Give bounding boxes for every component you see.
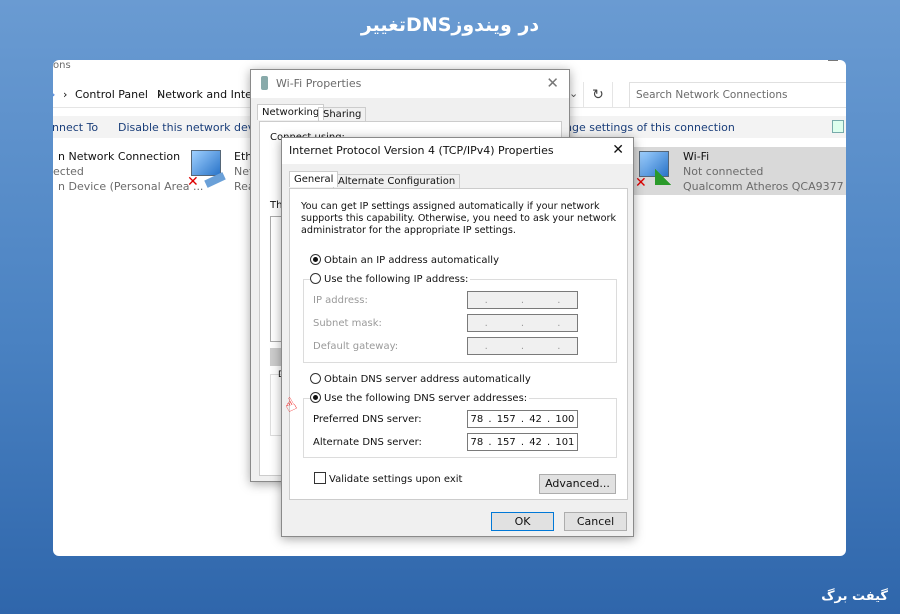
disconnected-x-icon: ✕ [635, 175, 647, 191]
refresh-icon[interactable]: ↻ [583, 82, 613, 108]
ipv4-properties-dialog: Internet Protocol Version 4 (TCP/IPv4) P… [280, 137, 634, 537]
subnet-mask-field: ... [467, 314, 578, 332]
alternate-dns-label: Alternate DNS server: [313, 437, 422, 448]
validate-checkbox[interactable]: Validate settings upon exit [314, 472, 462, 485]
radio-selected-icon [310, 392, 321, 403]
radio-obtain-dns-auto[interactable]: Obtain DNS server address automatically [310, 373, 531, 385]
title-bar: Internet Protocol Version 4 (TCP/IPv4) P… [282, 138, 633, 164]
connection-name: n Network Connection [58, 150, 181, 163]
view-options-icon[interactable] [832, 120, 844, 133]
default-gateway-field: ... [467, 337, 578, 355]
chevron-down-icon[interactable]: ⌄ [569, 87, 578, 100]
tab-sharing[interactable]: Sharing [318, 107, 367, 122]
connection-name: Wi-Fi [683, 150, 710, 163]
banner-title: تغییرDNSدر ویندوز [360, 14, 540, 36]
brand-logo: گیفت برگ [821, 589, 888, 604]
radio-unselected-icon [310, 373, 321, 384]
network-computer-icon [191, 150, 221, 176]
folder-icon: › [53, 88, 55, 101]
radio-use-ip[interactable]: Use the following IP address: [310, 273, 471, 285]
pointing-hand-icon: ☝ [280, 393, 301, 418]
ok-button[interactable]: OK [491, 512, 554, 531]
tab-networking[interactable]: Networking [257, 104, 325, 120]
wifi-adapter-icon [261, 76, 268, 90]
radio-use-dns[interactable]: Use the following DNS server addresses: [310, 392, 530, 404]
connect-to-button[interactable]: nnect To [53, 121, 98, 134]
close-icon[interactable]: ✕ [546, 74, 559, 92]
connection-device: Qualcomm Atheros QCA9377 Wir... [683, 180, 846, 193]
disconnected-x-icon: ✕ [187, 174, 199, 190]
checkbox-label: Validate settings upon exit [329, 474, 463, 485]
radio-label: Obtain an IP address automatically [324, 255, 500, 266]
minimize-icon[interactable] [828, 60, 838, 61]
radio-label: Use the following DNS server addresses: [324, 393, 528, 404]
breadcrumb-sep-icon: › [63, 88, 68, 101]
intro-text: You can get IP settings assigned automat… [301, 201, 617, 236]
signal-bars-icon [655, 169, 671, 185]
subnet-mask-label: Subnet mask: [313, 318, 382, 329]
connection-item-wifi[interactable]: ✕ Wi-Fi Not connected Qualcomm Atheros Q… [631, 147, 846, 195]
connection-item-ethernet[interactable]: ✕ Ethe Net Rea [185, 148, 259, 196]
ip-address-field: ... [467, 291, 578, 309]
preferred-dns-label: Preferred DNS server: [313, 414, 422, 425]
ip-address-label: IP address: [313, 295, 368, 306]
cancel-button[interactable]: Cancel [564, 512, 627, 531]
radio-selected-icon [310, 254, 321, 265]
checkbox-icon [314, 472, 326, 484]
default-gateway-label: Default gateway: [313, 341, 399, 352]
disable-device-button[interactable]: Disable this network device [118, 121, 270, 134]
preferred-dns-field[interactable]: 78. 157. 42. 100 [467, 410, 578, 428]
alternate-dns-field[interactable]: 78. 157. 42. 101 [467, 433, 578, 451]
radio-label: Use the following IP address: [324, 274, 469, 285]
title-bar: Wi-Fi Properties ✕ [251, 70, 569, 98]
close-icon[interactable]: ✕ [612, 142, 624, 158]
dialog-title: Internet Protocol Version 4 (TCP/IPv4) P… [289, 144, 554, 157]
connection-status: Not connected [683, 165, 764, 178]
radio-obtain-ip-auto[interactable]: Obtain an IP address automatically [310, 254, 499, 266]
radio-label: Obtain DNS server address automatically [324, 374, 531, 385]
change-settings-button[interactable]: nge settings of this connection [565, 121, 735, 134]
tab-alternate-configuration[interactable]: Alternate Configuration [333, 174, 461, 189]
advanced-button[interactable]: Advanced... [539, 474, 616, 494]
breadcrumb-control-panel[interactable]: Control Panel [75, 88, 148, 101]
connection-status: ected [53, 165, 84, 178]
search-input[interactable]: Search Network Connections [629, 82, 846, 108]
tab-general[interactable]: General [289, 171, 339, 187]
connection-device: n Device (Personal Area ... [58, 180, 204, 193]
radio-unselected-icon [310, 273, 321, 284]
window-title: ons [53, 60, 71, 71]
general-tab-panel: You can get IP settings assigned automat… [280, 188, 628, 500]
dialog-title: Wi-Fi Properties [276, 77, 362, 90]
